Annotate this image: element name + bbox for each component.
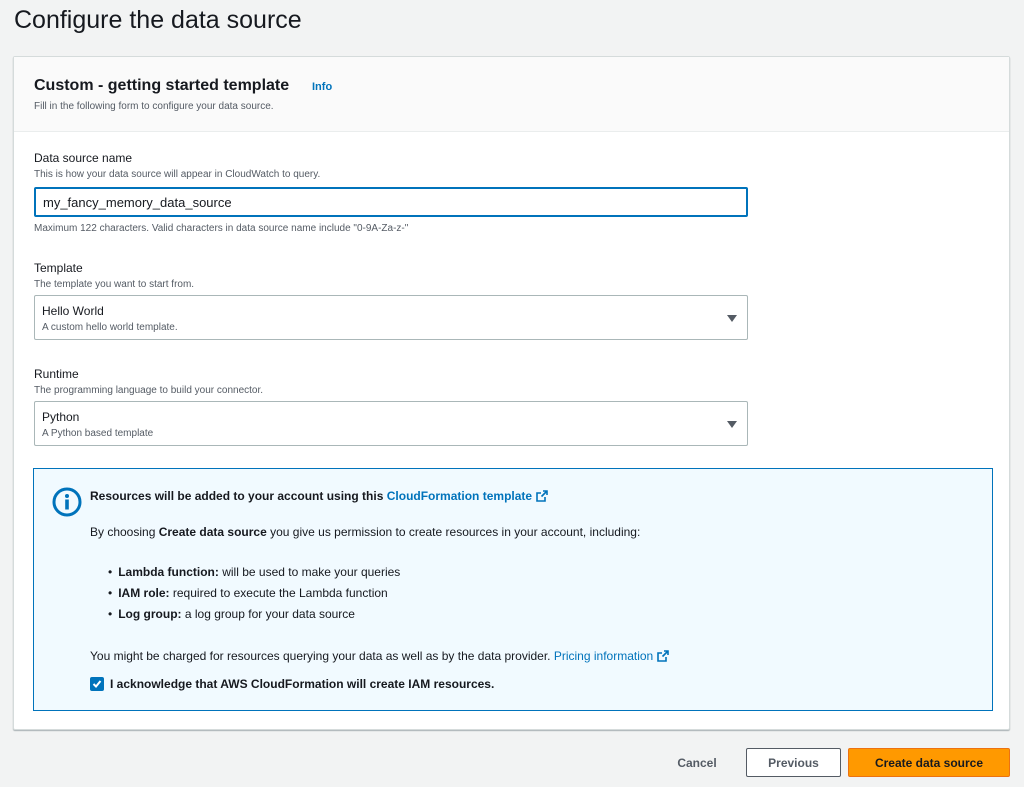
resource-name: Lambda function:	[118, 565, 219, 579]
cloudformation-template-link-text: CloudFormation template	[386, 489, 533, 503]
panel-description: Fill in the following form to configure …	[34, 101, 274, 112]
alert-intro-suffix: you give us permission to create resourc…	[270, 525, 641, 539]
data-source-name-constraint: Maximum 122 characters. Valid characters…	[34, 223, 409, 234]
charges-text: You might be charged for resources query…	[90, 649, 551, 663]
template-selected-description: A custom hello world template.	[42, 322, 178, 333]
resource-name: IAM role:	[118, 586, 170, 600]
data-source-name-description: This is how your data source will appear…	[34, 169, 321, 180]
resource-name: Log group:	[118, 607, 182, 621]
panel-header: Custom - getting started template Info F…	[14, 57, 1009, 132]
charges-notice: You might be charged for resources query…	[90, 649, 670, 663]
list-item: Lambda function: will be used to make yo…	[108, 565, 400, 586]
resource-text: required to execute the Lambda function	[172, 586, 388, 600]
runtime-label: Runtime	[34, 367, 79, 381]
runtime-selected-description: A Python based template	[42, 428, 154, 439]
runtime-selected-value: Python	[42, 410, 80, 424]
caret-down-icon	[727, 421, 737, 428]
info-icon	[52, 487, 82, 517]
resource-text: a log group for your data source	[184, 607, 355, 621]
list-item: IAM role: required to execute the Lambda…	[108, 586, 400, 607]
runtime-select[interactable]: Python A Python based template	[34, 401, 748, 446]
resource-list: Lambda function: will be used to make yo…	[108, 565, 400, 628]
acknowledge-checkbox[interactable]	[90, 677, 104, 691]
list-item: Log group: a log group for your data sou…	[108, 607, 400, 628]
checkmark-icon	[92, 680, 102, 688]
info-alert: Resources will be added to your account …	[33, 468, 993, 711]
alert-intro: By choosing Create data source you give …	[90, 525, 640, 539]
info-link[interactable]: Info	[312, 81, 332, 93]
external-link-icon	[536, 490, 548, 502]
cancel-button[interactable]: Cancel	[663, 748, 731, 777]
page-title: Configure the data source	[14, 6, 302, 34]
previous-button[interactable]: Previous	[746, 748, 841, 777]
alert-title-text: Resources will be added to your account …	[90, 489, 384, 503]
template-select[interactable]: Hello World A custom hello world templat…	[34, 295, 748, 340]
pricing-link-text: Pricing information	[553, 649, 654, 663]
create-data-source-button[interactable]: Create data source	[848, 748, 1010, 777]
alert-intro-bold: Create data source	[158, 525, 267, 539]
data-source-name-label: Data source name	[34, 151, 133, 165]
alert-title: Resources will be added to your account …	[90, 489, 548, 503]
pricing-information-link[interactable]: Pricing information	[553, 649, 670, 663]
runtime-description: The programming language to build your c…	[34, 385, 264, 396]
alert-intro-prefix: By choosing	[90, 525, 156, 539]
caret-down-icon	[727, 315, 737, 322]
acknowledge-label: I acknowledge that AWS CloudFormation wi…	[110, 677, 495, 691]
template-selected-value: Hello World	[42, 304, 104, 318]
template-description: The template you want to start from.	[34, 279, 195, 290]
panel-heading: Custom - getting started template	[34, 77, 290, 94]
resource-text: will be used to make your queries	[222, 565, 401, 579]
cloudformation-template-link[interactable]: CloudFormation template	[387, 489, 548, 503]
data-source-name-input[interactable]	[34, 187, 748, 217]
template-label: Template	[34, 261, 83, 275]
configuration-panel: Custom - getting started template Info F…	[13, 56, 1010, 730]
external-link-icon	[657, 650, 670, 662]
